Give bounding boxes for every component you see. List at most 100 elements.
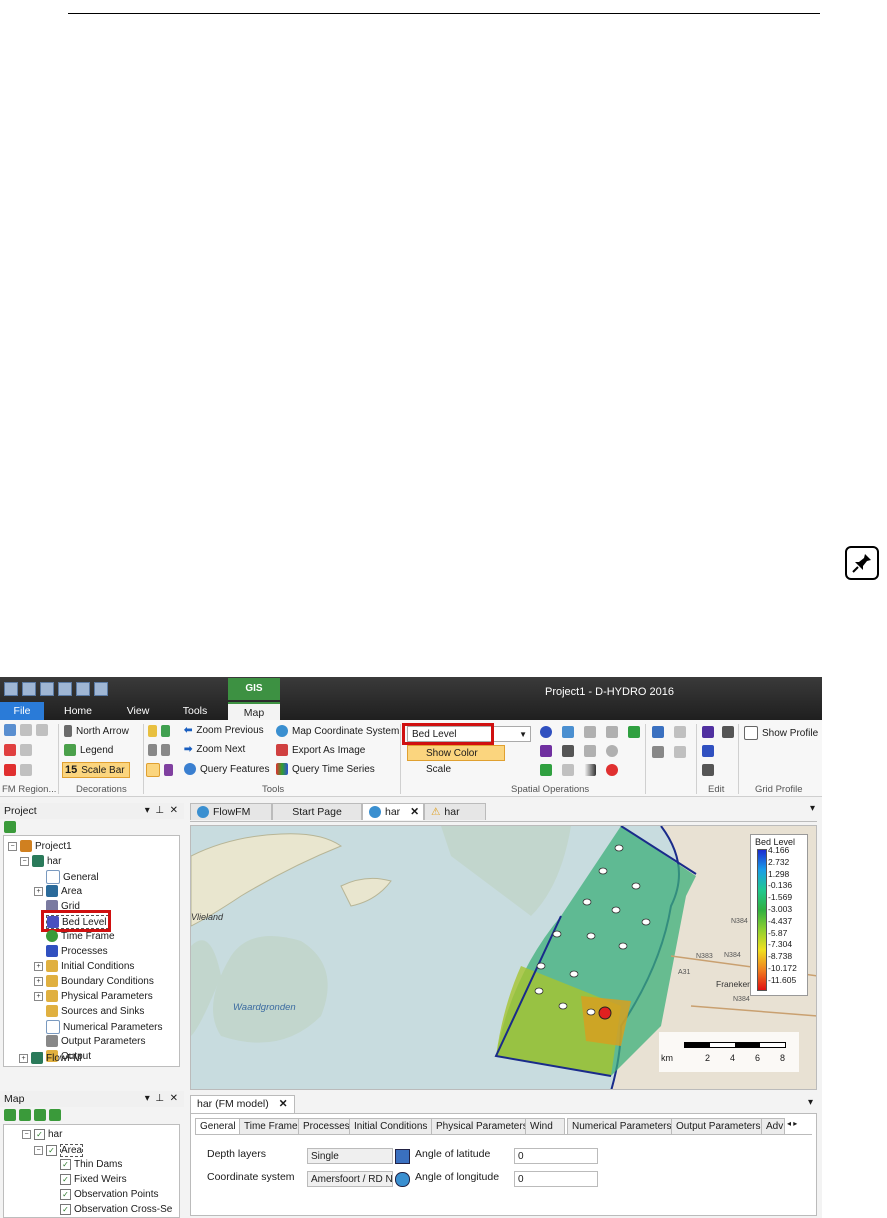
prop-tab-advanced[interactable]: Adv [761,1118,785,1134]
clock-icon [46,930,58,942]
properties-body: General Time Frame Processes Initial Con… [190,1113,817,1216]
tree-node-flowfm[interactable]: + FlowFM [19,1052,82,1064]
import-icon [562,726,574,738]
panel-controls[interactable]: ▾ ⊥ ✕ [145,1091,178,1107]
north-arrow-button[interactable]: North Arrow [64,725,129,737]
prop-tab-wind[interactable]: Wind [525,1118,565,1134]
map-coordinate-system-button[interactable]: Map Coordinate System [276,725,399,737]
prop-tab-physical-parameters[interactable]: Physical Parameters [431,1118,533,1134]
query-time-series-button[interactable]: Query Time Series [276,763,375,775]
map-label-n384-c: N384 [733,996,750,1003]
tab-list-icon[interactable]: ▾ [808,1097,813,1108]
layer-observation-cross-sections[interactable]: ✓ Observation Cross-Se [60,1204,172,1215]
globe-icon [197,806,209,818]
tab-home[interactable]: Home [58,702,98,720]
new-icon[interactable] [22,682,36,696]
tree-node-physical-parameters[interactable]: + Physical Parameters [34,990,153,1002]
table-icon [652,726,664,738]
tab-list-icon[interactable]: ▾ [810,803,815,814]
tree-node-area[interactable]: + Area [34,885,82,897]
fm-region-tools[interactable] [4,724,48,736]
tab-tools[interactable]: Tools [175,702,215,720]
misc-tools[interactable] [652,726,686,738]
tree-node-numerical-parameters[interactable]: Numerical Parameters [46,1020,162,1034]
layers-button-icon[interactable] [395,1149,410,1164]
prop-tab-numerical-parameters[interactable]: Numerical Parameters [567,1118,677,1134]
misc-tools-2[interactable] [652,746,686,758]
angle-longitude-field[interactable]: 0 [514,1171,598,1187]
coordinate-system-field[interactable]: Amersfoort / RD N [307,1171,393,1187]
select-tools[interactable] [148,725,170,737]
show-profile-button[interactable]: Show Profile [744,726,818,740]
layer-fixed-weirs[interactable]: ✓ Fixed Weirs [60,1174,127,1185]
pin-icon [584,745,596,757]
spatial-ops-row3[interactable] [540,764,618,776]
query-features-button[interactable]: Query Features [184,763,269,775]
depth-layers-field[interactable]: Single [307,1148,393,1164]
tree-node-boundary-conditions[interactable]: + Boundary Conditions [34,975,154,987]
panel-controls[interactable]: ▾ ⊥ ✕ [145,803,178,819]
application-window: Project1 - D-HYDRO 2016 GIS File Home Vi… [0,677,822,1218]
map-label-n384-a: N384 [731,918,748,925]
prop-tab-initial-conditions[interactable]: Initial Conditions [349,1118,433,1134]
pan-tools[interactable] [148,744,170,756]
angle-latitude-label: Angle of latitude [415,1148,491,1160]
fm-region-tools-3[interactable] [4,764,32,776]
layer-area[interactable]: − ✓ Area [34,1144,84,1157]
tab-map[interactable]: Map [228,702,280,722]
fm-region-tools-2[interactable] [4,744,32,756]
tab-scroll-arrows[interactable]: ◂ ▸ [787,1119,797,1128]
add-vertex-icon [702,745,714,757]
layer-thin-dams[interactable]: ✓ Thin Dams [60,1159,122,1170]
tree-node-sources-and-sinks[interactable]: Sources and Sinks [46,1005,144,1017]
legend-button[interactable]: Legend [64,744,113,756]
zoom-previous-button[interactable]: ⬅ Zoom Previous [184,725,264,736]
identify-tools[interactable] [146,763,173,777]
prop-tab-output-parameters[interactable]: Output Parameters [671,1118,766,1134]
doc-tab-har[interactable]: har ✕ [362,803,424,820]
open-icon[interactable] [40,682,54,696]
spatial-ops-row2[interactable] [540,745,618,757]
tab-file[interactable]: File [0,702,44,720]
map-layer-toolbar[interactable] [4,1109,61,1121]
edit-tools-2[interactable] [702,745,714,757]
coordinate-system-label: Coordinate system [207,1171,295,1183]
map-view[interactable]: Vlieland Waardgronden Franeker N384 N383… [190,825,817,1090]
tools-group-label: Tools [262,784,285,795]
prop-tab-general[interactable]: General [195,1118,241,1134]
tree-node-initial-conditions[interactable]: + Initial Conditions [34,960,134,972]
doc-tab-flowfm[interactable]: FlowFM [190,803,272,820]
doc-tab-start-page[interactable]: Start Page [272,803,362,820]
profile-icon [744,726,758,740]
globe-icon[interactable] [395,1172,410,1187]
save-icon[interactable] [58,682,72,696]
doc-tab-har-warning[interactable]: ⚠ har [424,803,486,820]
export-as-image-button[interactable]: Export As Image [276,744,365,756]
doc-tab-har-fm-model[interactable]: har (FM model) ✕ [190,1095,295,1113]
layer-observation-points[interactable]: ✓ Observation Points [60,1189,159,1200]
tree-node-processes[interactable]: Processes [46,945,108,957]
tree-node-time-frame[interactable]: Time Frame [46,930,115,942]
export-icon [276,744,288,756]
edit-tools-3[interactable] [702,764,714,776]
show-color-scale-button[interactable]: Show Color Scale [407,745,505,775]
tree-node-general[interactable]: General [46,870,99,884]
zoom-extent-icon [161,725,170,737]
tab-view[interactable]: View [118,702,158,720]
tree-node-har[interactable]: − har [20,855,61,867]
project-toolbar-icon[interactable] [4,821,16,836]
tree-node-output-parameters[interactable]: Output Parameters [46,1035,145,1047]
scale-bar-button[interactable]: 15 Scale Bar [62,762,130,778]
prop-tab-processes[interactable]: Processes [298,1118,355,1134]
spatial-ops-row1[interactable] [540,726,640,738]
arrow-right-icon: ➡ [184,744,193,755]
decorations-group-label: Decorations [76,784,127,795]
angle-latitude-field[interactable]: 0 [514,1148,598,1164]
prop-tab-time-frame[interactable]: Time Frame [239,1118,303,1134]
layer-har[interactable]: − ✓ har [22,1129,62,1140]
redo-icon[interactable] [94,682,108,696]
zoom-next-button[interactable]: ➡ Zoom Next [184,744,245,755]
edit-tools[interactable] [702,726,734,738]
undo-icon[interactable] [76,682,90,696]
tree-node-project1[interactable]: − Project1 [8,840,72,852]
